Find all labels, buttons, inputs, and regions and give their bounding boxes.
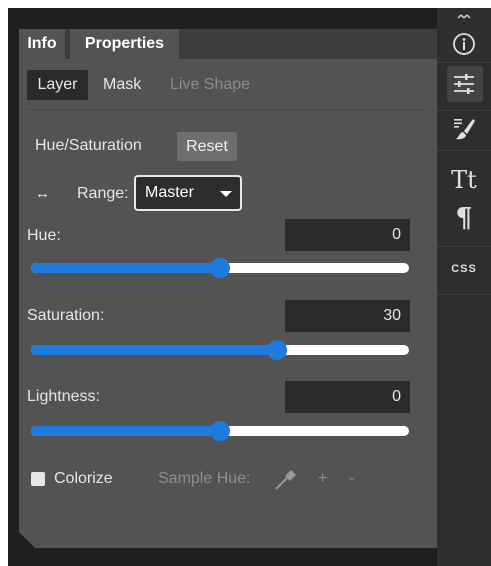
- adjustment-title: Hue/Saturation: [35, 137, 142, 154]
- hue-value-field[interactable]: 0: [285, 219, 410, 251]
- character-icon[interactable]: Tt: [437, 166, 491, 194]
- range-select[interactable]: Master: [134, 175, 242, 211]
- swap-icon[interactable]: ↔: [35, 185, 50, 202]
- range-selected-value: Master: [145, 184, 194, 201]
- info-icon[interactable]: [437, 32, 491, 61]
- range-label: Range:: [77, 185, 129, 202]
- sidebar-separator: [437, 294, 491, 295]
- saturation-value-field[interactable]: 30: [285, 300, 410, 332]
- lightness-value-field[interactable]: 0: [285, 381, 410, 413]
- subtab-live-shape[interactable]: Live Shape: [170, 70, 250, 100]
- saturation-slider-knob[interactable]: [266, 340, 287, 360]
- subtab-layer[interactable]: Layer: [27, 70, 88, 100]
- lightness-slider[interactable]: [31, 421, 409, 441]
- tab-info[interactable]: Info: [19, 29, 65, 59]
- hue-slider-fill: [31, 263, 220, 273]
- add-sample-icon[interactable]: +: [318, 470, 327, 488]
- divider: [27, 109, 427, 110]
- brush-icon[interactable]: [437, 116, 491, 147]
- saturation-label: Saturation:: [27, 307, 105, 324]
- saturation-slider[interactable]: [31, 340, 409, 360]
- lightness-slider-knob[interactable]: [210, 421, 230, 441]
- sidebar-separator: [437, 246, 491, 247]
- saturation-slider-fill: [31, 345, 277, 355]
- sample-hue-label: Sample Hue:: [158, 470, 251, 487]
- subtract-sample-icon[interactable]: -: [349, 470, 354, 488]
- collapse-icon[interactable]: [457, 8, 471, 26]
- eyedropper-icon[interactable]: [272, 465, 300, 498]
- colorize-label: Colorize: [54, 470, 113, 487]
- lightness-slider-fill: [31, 426, 220, 436]
- sidebar-separator: [437, 150, 491, 151]
- hue-slider[interactable]: [31, 258, 409, 278]
- panel-corner: [19, 532, 35, 548]
- sidebar-separator: [437, 62, 491, 63]
- subtab-mask[interactable]: Mask: [103, 70, 141, 100]
- css-icon[interactable]: CSS: [437, 263, 491, 275]
- reset-button[interactable]: Reset: [177, 132, 237, 161]
- tab-properties[interactable]: Properties: [70, 29, 179, 59]
- adjustments-icon[interactable]: [437, 73, 491, 100]
- chevron-down-icon: [220, 191, 232, 197]
- sidebar-separator: [437, 110, 491, 111]
- paragraph-icon[interactable]: ¶: [437, 203, 491, 234]
- colorize-checkbox[interactable]: [31, 472, 45, 486]
- lightness-label: Lightness:: [27, 388, 100, 405]
- hue-slider-knob[interactable]: [210, 258, 230, 278]
- hue-label: Hue:: [27, 227, 61, 244]
